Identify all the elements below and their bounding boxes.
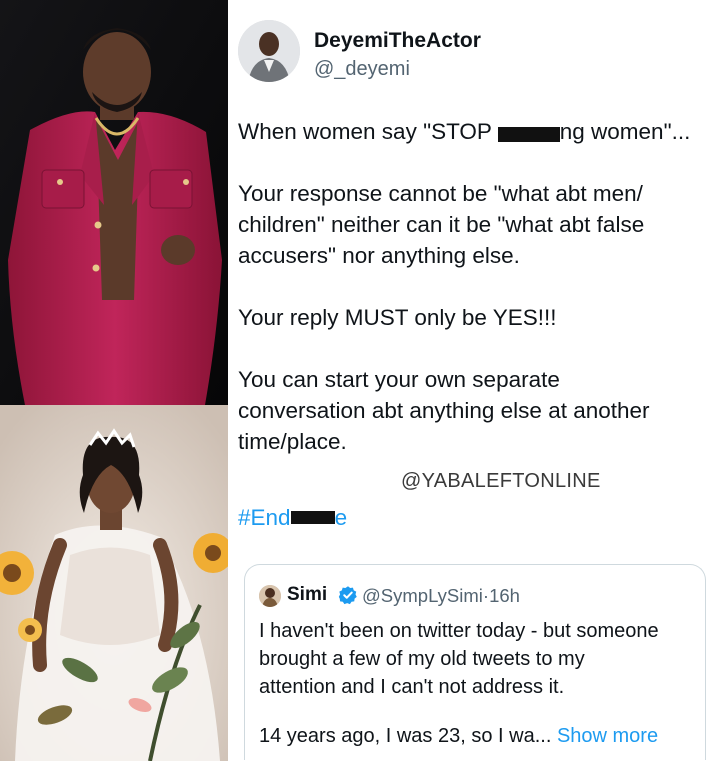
tweet-line: conversation abt anything else at anothe… bbox=[238, 398, 650, 423]
show-more-link[interactable]: Show more bbox=[557, 725, 658, 747]
watermark: @YABALEFTONLINE bbox=[401, 470, 601, 492]
tweet-paragraph: When women say "STOP ng women"... bbox=[238, 116, 708, 147]
tweet-body: When women say "STOP ng women"... Your r… bbox=[238, 116, 708, 488]
tweet-card: DeyemiTheActor @_deyemi When women say "… bbox=[228, 0, 720, 761]
quoted-author-handle[interactable]: @SympLySimi bbox=[362, 585, 483, 606]
photo-woman-sunflowers[interactable] bbox=[0, 405, 228, 761]
quoted-timestamp[interactable]: 16h bbox=[489, 585, 520, 606]
quoted-line: 14 years ago, I was 23, so I wa... bbox=[259, 725, 552, 747]
verified-badge-icon bbox=[338, 586, 357, 605]
hashtag-text: e bbox=[334, 505, 348, 530]
quoted-line: I haven't been on twitter today - but so… bbox=[259, 620, 659, 642]
tweet-text-segment: When women say "STOP bbox=[238, 119, 498, 144]
tweet-line: children" neither can it be "what abt fa… bbox=[238, 212, 645, 237]
hashtag-link[interactable]: #End e bbox=[238, 505, 347, 531]
author-avatar[interactable] bbox=[238, 20, 300, 82]
author-display-name[interactable]: DeyemiTheActor bbox=[314, 29, 481, 53]
tweet-line: Your response cannot be "what abt men/ bbox=[238, 181, 643, 206]
quoted-tweet-text: I haven't been on twitter today - but so… bbox=[259, 617, 699, 701]
person-photo-illustration bbox=[0, 405, 228, 761]
quoted-line: attention and I can't not address it. bbox=[259, 676, 565, 698]
censor-bar bbox=[290, 511, 335, 524]
tweet-paragraph: You can start your own separate conversa… bbox=[238, 364, 708, 457]
tweet-text-segment: ng women"... bbox=[559, 119, 691, 144]
tweet-line: When women say "STOP ng women"... bbox=[238, 116, 708, 147]
tweet-paragraph: Your reply MUST only be YES!!! bbox=[238, 302, 708, 333]
quoted-tweet[interactable]: Simi @SympLySimi·16h I haven't been on t… bbox=[244, 564, 706, 760]
tweet-line: time/place. bbox=[238, 429, 347, 454]
censor-bar bbox=[497, 127, 560, 142]
photo-man-pink-suit[interactable] bbox=[0, 0, 228, 405]
quoted-author-avatar[interactable] bbox=[259, 585, 281, 607]
quoted-meta: @SympLySimi·16h bbox=[362, 585, 520, 607]
avatar-icon bbox=[259, 585, 281, 607]
tweet-paragraph: Your response cannot be "what abt men/ c… bbox=[238, 178, 708, 271]
tweet-line: accusers" nor anything else. bbox=[238, 243, 520, 268]
quoted-last-line: 14 years ago, I was 23, so I wa... Show … bbox=[259, 725, 658, 748]
quoted-author-name[interactable]: Simi bbox=[287, 584, 327, 606]
avatar-icon bbox=[238, 20, 300, 82]
author-handle[interactable]: @_deyemi bbox=[314, 58, 410, 81]
tweet-line: Your reply MUST only be YES!!! bbox=[238, 305, 557, 330]
quoted-line: brought a few of my old tweets to my bbox=[259, 648, 585, 670]
tweet-line: You can start your own separate bbox=[238, 367, 560, 392]
hashtag-text: #End bbox=[238, 505, 291, 530]
person-photo-illustration bbox=[0, 0, 228, 405]
